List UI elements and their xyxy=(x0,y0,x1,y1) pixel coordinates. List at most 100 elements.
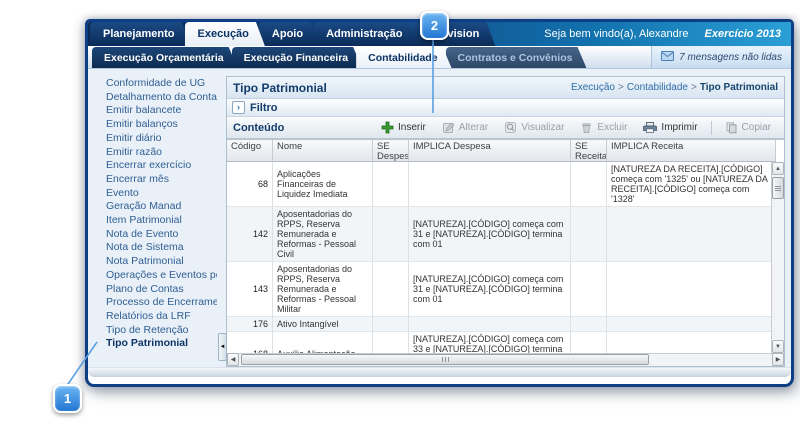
column-header-implica-receita[interactable]: IMPLICA Receita xyxy=(607,140,776,162)
breadcrumb-contabilidade[interactable]: Contabilidade xyxy=(627,82,688,93)
sidebar-item-emitir-balancete[interactable]: Emitir balancete xyxy=(93,104,217,118)
cell-se-receita xyxy=(571,262,607,317)
cell-codigo: 68 xyxy=(227,162,273,207)
sidebar-item-emitir-balancos[interactable]: Emitir balanços xyxy=(93,118,217,132)
sub-tab-label: Contabilidade xyxy=(368,52,437,64)
table-row[interactable]: 168Auxílio Alimentação[NATUREZA].[CÓDIGO… xyxy=(227,332,771,353)
main-tab-label: Execução xyxy=(198,28,249,40)
sidebar-item-encerrar-mes[interactable]: Encerrar mês xyxy=(93,173,217,187)
main-tab-label: Planejamento xyxy=(103,28,175,40)
visualizar-button[interactable]: Visualizar xyxy=(497,120,571,135)
toolbar-button-label: Visualizar xyxy=(521,122,564,133)
main-tab-apoio[interactable]: Apoio xyxy=(259,22,319,46)
breadcrumb-separator: > xyxy=(691,82,697,93)
column-header-implica-despesa[interactable]: IMPLICA Despesa xyxy=(409,140,571,162)
sub-tab-contabilidade[interactable]: Contabilidade xyxy=(356,47,451,68)
sidebar-item-detalhamento-da-conta-contabil[interactable]: Detalhamento da Conta Contábil xyxy=(93,91,217,105)
sidebar-item-conformidade-de-ug[interactable]: Conformidade de UG xyxy=(93,77,217,91)
column-header-nome[interactable]: Nome xyxy=(273,140,373,162)
toolbar-button-label: Copiar xyxy=(742,122,771,133)
column-header-se-despesa[interactable]: SE Despesa xyxy=(373,140,409,162)
breadcrumb-execucao[interactable]: Execução xyxy=(571,82,615,93)
sidebar-item-tipo-de-retencao[interactable]: Tipo de Retenção xyxy=(93,324,217,338)
scroll-left-button[interactable]: ◀ xyxy=(227,353,239,366)
main-tab-label: Apoio xyxy=(272,28,303,40)
trash-icon xyxy=(580,121,593,134)
sidebar-item-nota-patrimonial[interactable]: Nota Patrimonial xyxy=(93,255,217,269)
sidebar-item-emitir-diario[interactable]: Emitir diário xyxy=(93,132,217,146)
table-row[interactable]: 68 Aplicações Financeiras de Liquidez Ime… xyxy=(227,162,771,207)
cell-text: 143 xyxy=(253,284,268,294)
vertical-scroll-thumb[interactable] xyxy=(772,177,784,199)
sidebar-item-nota-de-sistema[interactable]: Nota de Sistema xyxy=(93,241,217,255)
sidebar-collapse-handle[interactable]: ◄ xyxy=(218,333,227,361)
cell-implica-despesa xyxy=(409,317,571,332)
main-tab-planejamento[interactable]: Planejamento xyxy=(90,22,191,46)
cell-implica-despesa: [NATUREZA].[CÓDIGO] começa com 31 e [NAT… xyxy=(409,262,571,317)
scroll-right-button[interactable]: ▶ xyxy=(772,353,784,366)
sidebar-item-operacoes-e-eventos-por-conta[interactable]: Operações e Eventos por Conta xyxy=(93,269,217,283)
sub-tab-execucao-orcamentaria[interactable]: Execução Orçamentária xyxy=(92,47,238,68)
cell-text: Aplicações Financeiras de Liquidez Imedi… xyxy=(277,169,368,199)
cell-se-despesa xyxy=(373,162,409,207)
window-bottom-strip xyxy=(88,367,791,377)
sub-tab-contratos-e-convenios[interactable]: Contratos e Convênios xyxy=(446,47,587,68)
sidebar-item-nota-de-evento[interactable]: Nota de Evento xyxy=(93,228,217,242)
panel-header: Tipo Patrimonial Execução>Contabilidade>… xyxy=(227,77,784,99)
filter-expander-button[interactable]: › xyxy=(232,101,245,114)
copiar-button[interactable]: Copiar xyxy=(718,120,778,135)
table-row[interactable]: 142Aposentadorias do RPPS, Reserva Remun… xyxy=(227,207,771,262)
cell-implica-receita xyxy=(607,332,771,353)
sub-tab-label: Execução Financeira xyxy=(244,52,348,64)
alterar-button[interactable]: Alterar xyxy=(435,120,495,135)
main-tab-execucao[interactable]: Execução xyxy=(185,22,265,46)
sidebar-item-emitir-razao[interactable]: Emitir razão xyxy=(93,146,217,160)
callout-badge-1: 1 xyxy=(53,384,82,413)
breadcrumb-tipo-patrimonial: Tipo Patrimonial xyxy=(700,82,778,93)
cell-text: 68 xyxy=(258,179,268,189)
scroll-up-button[interactable]: ▲ xyxy=(772,162,784,175)
sub-navigation-bar: Execução Orçamentária Execução Financeira… xyxy=(88,46,791,69)
excluir-button[interactable]: Excluir xyxy=(573,120,634,135)
sidebar-item-relatorios-da-lrf[interactable]: Relatórios da LRF xyxy=(93,310,217,324)
scroll-down-button[interactable]: ▼ xyxy=(772,340,784,353)
cell-se-despesa xyxy=(373,332,409,353)
toolbar-button-label: Inserir xyxy=(398,122,426,133)
inserir-button[interactable]: Inserir xyxy=(374,120,433,135)
cell-text: [NATUREZA].[CÓDIGO] começa com 33 e [NAT… xyxy=(413,334,566,353)
horizontal-scroll-thumb[interactable] xyxy=(241,354,649,365)
sidebar-item-item-patrimonial[interactable]: Item Patrimonial xyxy=(93,214,217,228)
sidebar-splitter[interactable]: ◄ xyxy=(217,76,226,367)
collapse-arrow-icon: ◄ xyxy=(220,344,226,350)
sub-tab-execucao-financeira[interactable]: Execução Financeira xyxy=(232,47,362,68)
cell-text: 176 xyxy=(253,319,268,329)
sidebar-item-tipo-patrimonial[interactable]: Tipo Patrimonial xyxy=(93,337,217,351)
page-title: Tipo Patrimonial xyxy=(233,81,327,95)
main-tab-label: Administração xyxy=(326,28,402,40)
sidebar-item-processo-de-encerramento[interactable]: Processo de Encerramento xyxy=(93,296,217,310)
toolbar-separator xyxy=(711,121,712,135)
horizontal-scrollbar[interactable]: ◀ ▶ xyxy=(227,353,784,366)
cell-nome: Aposentadorias do RPPS, Reserva Remunera… xyxy=(273,262,373,317)
cell-implica-despesa xyxy=(409,162,571,207)
cell-implica-receita xyxy=(607,317,771,332)
content-toolbar: Conteúdo Inserir Alterar Visualizar Excluir… xyxy=(227,117,784,139)
sidebar-item-plano-de-contas[interactable]: Plano de Contas xyxy=(93,283,217,297)
cell-text: Aposentadorias do RPPS, Reserva Remunera… xyxy=(277,209,368,259)
column-header-se-receita[interactable]: SE Receita xyxy=(571,140,607,162)
column-header-codigo[interactable]: Código xyxy=(227,140,273,162)
cell-nome: Auxílio Alimentação xyxy=(273,332,373,353)
sidebar-item-geracao-manad[interactable]: Geração Manad xyxy=(93,200,217,214)
table-row[interactable]: 143 Aposentadorias do RPPS, Reserva Remun… xyxy=(227,262,771,317)
breadcrumb: Execução>Contabilidade>Tipo Patrimonial xyxy=(571,82,778,93)
vertical-scrollbar[interactable]: ▲ ▼ xyxy=(771,162,784,353)
unread-messages-chip[interactable]: 7 mensagens não lidas xyxy=(651,46,791,68)
sidebar-item-evento[interactable]: Evento xyxy=(93,187,217,201)
imprimir-button[interactable]: Imprimir xyxy=(636,120,704,135)
sidebar-item-encerrar-exercicio[interactable]: Encerrar exercício xyxy=(93,159,217,173)
main-tab-administracao[interactable]: Administração xyxy=(313,22,418,46)
cell-se-receita xyxy=(571,332,607,353)
cell-text: Aposentadorias do RPPS, Reserva Remunera… xyxy=(277,264,368,314)
content-section-label: Conteúdo xyxy=(233,122,284,134)
table-row[interactable]: 176Ativo Intangível xyxy=(227,317,771,332)
